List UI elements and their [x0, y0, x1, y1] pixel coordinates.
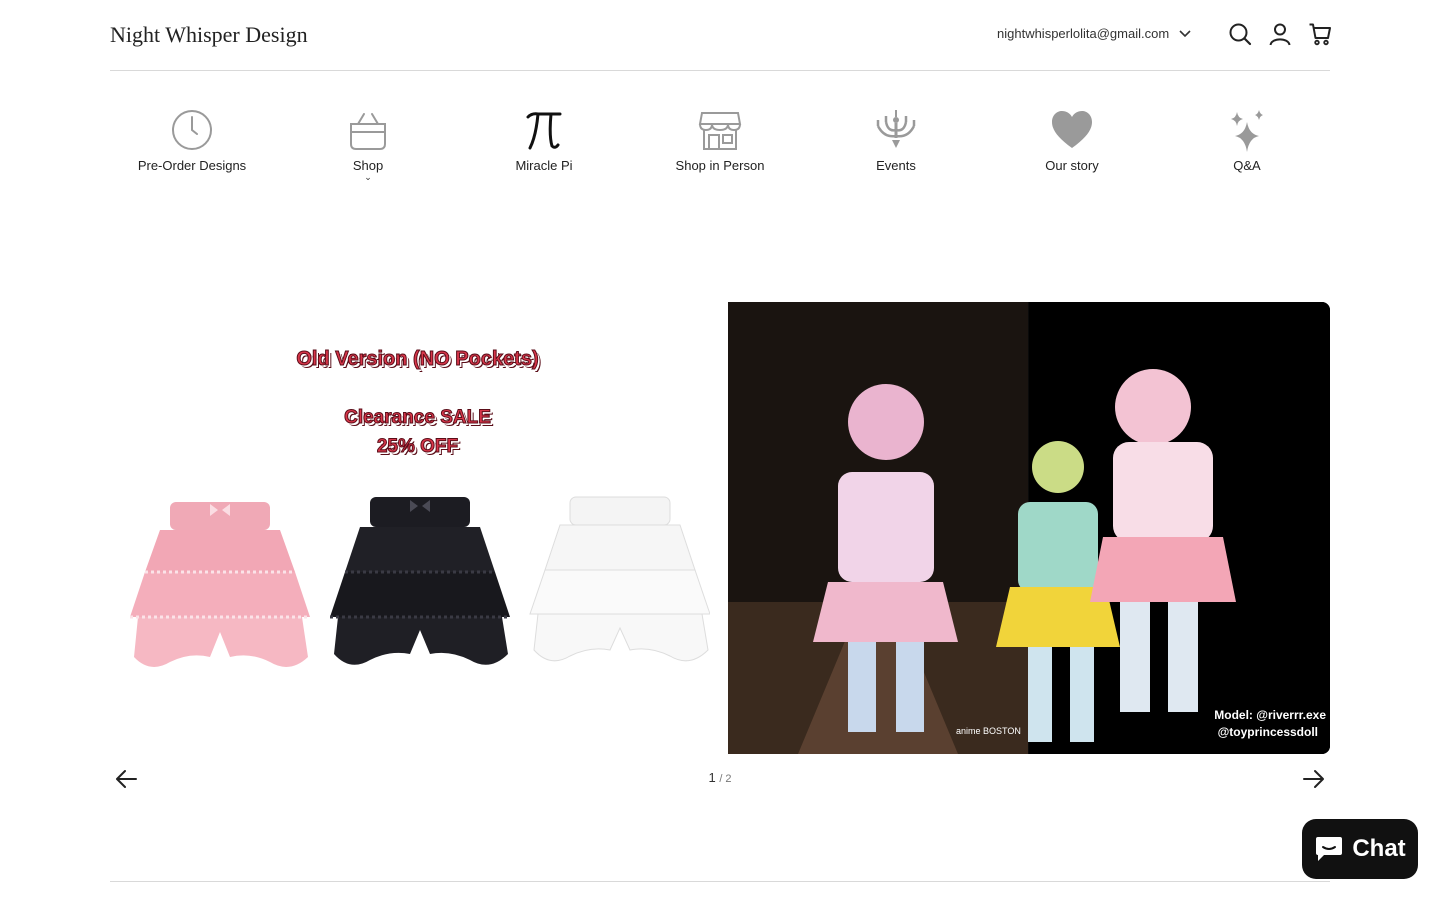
sparkles-icon [1231, 110, 1263, 152]
nav-label: Our story [1045, 158, 1099, 173]
nav-item-events[interactable]: Events [821, 108, 971, 173]
slide-current: 1 [708, 770, 716, 785]
chat-label: Chat [1352, 835, 1406, 862]
nav-label: Shop [352, 158, 384, 173]
chat-button[interactable]: Chat [1302, 819, 1418, 879]
pi-icon [526, 112, 562, 150]
nav-label: Q&A [1233, 158, 1261, 173]
previous-slide-arrow-icon[interactable] [114, 768, 138, 790]
promo-title: Old Version (NO Pockets) [296, 348, 539, 371]
account-switcher[interactable]: nightwhisperlolita@gmail.com [997, 26, 1191, 41]
chat-bubble-icon [1316, 837, 1343, 861]
model-credit-handle: @toyprincessdoll [1217, 725, 1318, 739]
cart-icon[interactable] [1308, 22, 1332, 46]
site-logo[interactable]: Night Whisper Design [110, 22, 308, 48]
promo-discount: 25% OFF [376, 436, 459, 458]
section-divider [110, 881, 1330, 882]
chevron-down-icon [1179, 29, 1191, 37]
heart-icon [1052, 111, 1092, 148]
nav-item-our-story[interactable]: Our story [997, 108, 1147, 173]
nav-item-qa[interactable]: Q&A [1172, 108, 1322, 173]
category-nav: Pre-Order Designs Shop ⌄ Miracle Pi Shop… [105, 108, 1335, 198]
basket-icon [350, 113, 386, 150]
promo-sale: Clearance SALE [344, 407, 492, 429]
bloomers-product-image [130, 496, 710, 667]
nav-item-pre-order[interactable]: Pre-Order Designs [117, 108, 267, 173]
clock-icon [172, 110, 212, 150]
account-email: nightwhisperlolita@gmail.com [997, 26, 1170, 41]
model-photo-image [728, 302, 1330, 754]
site-header: Night Whisper Design nightwhisperlolita@… [110, 0, 1332, 71]
nav-label: Miracle Pi [515, 158, 573, 173]
nav-label: Events [876, 158, 916, 173]
nav-label: Pre-Order Designs [137, 158, 247, 173]
slide-total: / 2 [719, 773, 732, 785]
user-icon[interactable] [1268, 22, 1292, 46]
nav-item-miracle-pi[interactable]: Miracle Pi [469, 108, 619, 173]
nav-label: Shop in Person [675, 158, 765, 173]
chandelier-icon [876, 110, 916, 148]
submenu-caret-icon: ⌄ [364, 172, 372, 182]
slide-counter: 1 / 2 [690, 770, 750, 785]
slide-clearance-sale[interactable]: Old Version (NO Pockets) Clearance SALE … [110, 302, 725, 754]
model-credit: Model: @riverrr.exe [1214, 708, 1326, 722]
search-icon[interactable] [1228, 22, 1252, 46]
next-slide-arrow-icon[interactable] [1302, 768, 1326, 790]
nav-item-shop[interactable]: Shop ⌄ [293, 108, 443, 182]
slide-model-photo[interactable]: anime BOSTON Model: @riverrr.exe @toypri… [728, 302, 1330, 754]
nav-item-shop-in-person[interactable]: Shop in Person [645, 108, 795, 173]
hero-slideshow: Old Version (NO Pockets) Clearance SALE … [110, 302, 1330, 754]
event-watermark: anime BOSTON [956, 726, 1021, 736]
storefront-icon [698, 112, 742, 150]
